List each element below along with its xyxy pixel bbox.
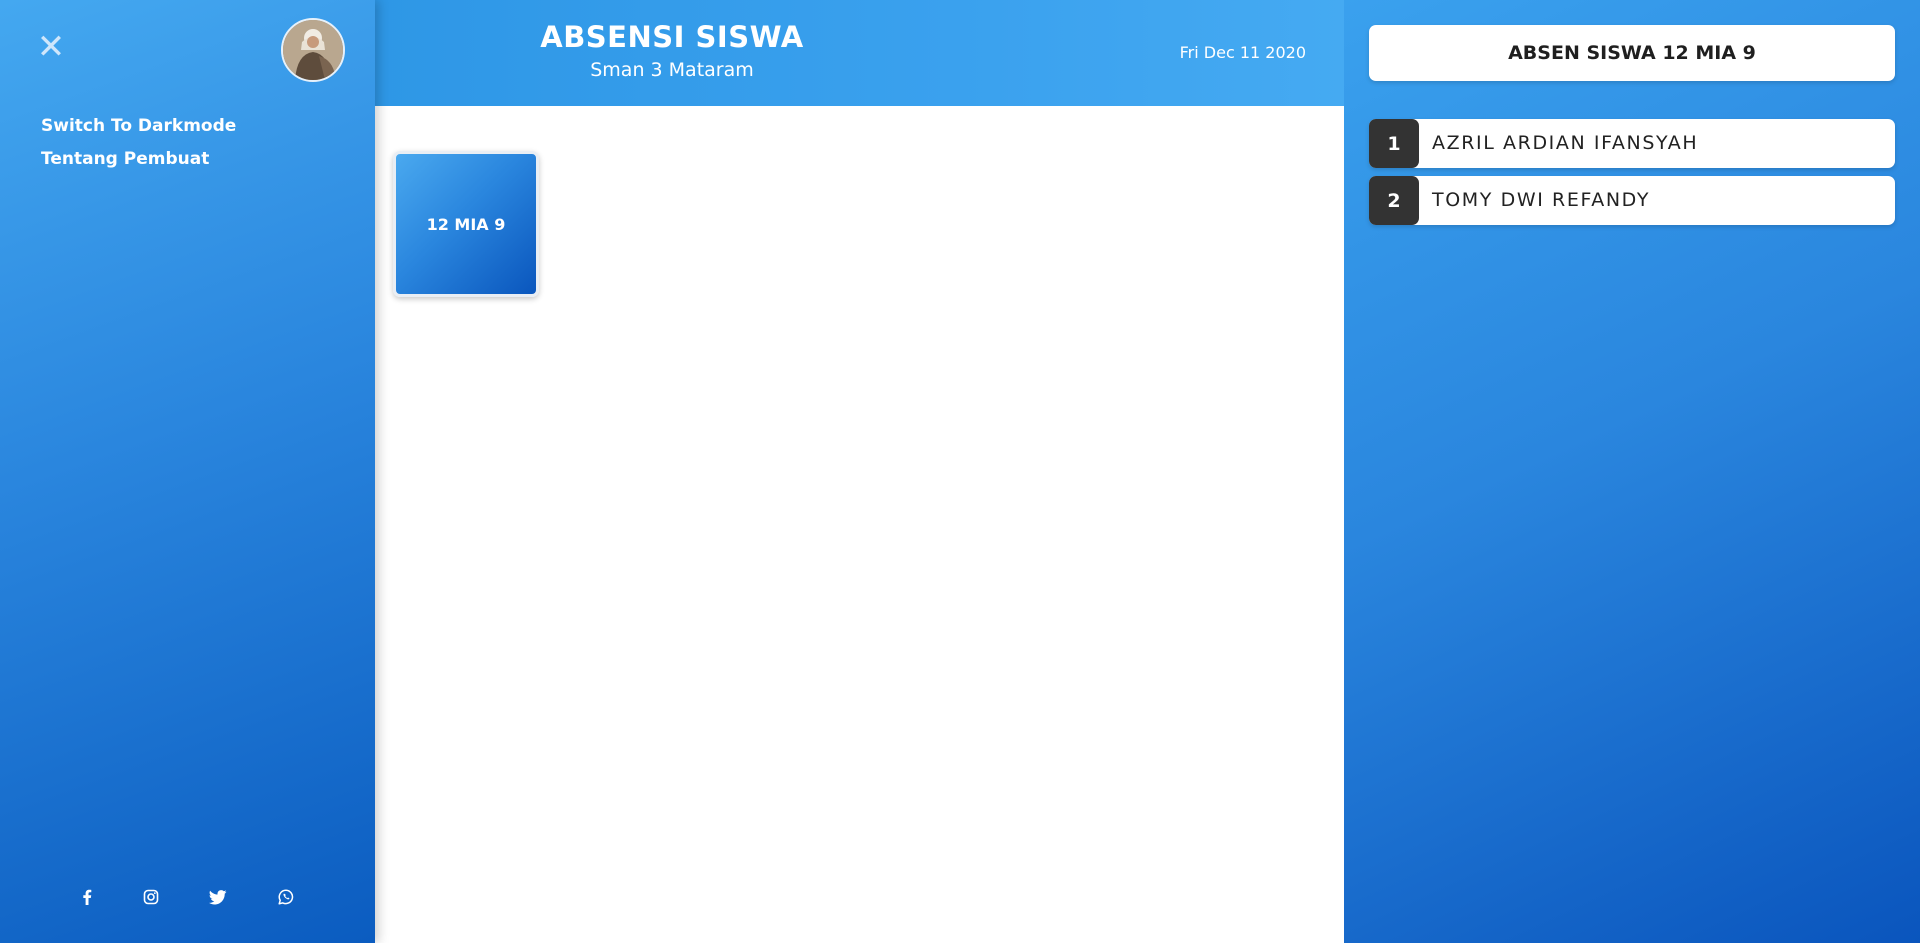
student-row[interactable]: 2 TOMY DWI REFANDY bbox=[1369, 176, 1895, 225]
switch-darkmode-link[interactable]: Switch To Darkmode bbox=[41, 116, 236, 136]
student-name: TOMY DWI REFANDY bbox=[1432, 189, 1651, 211]
class-card-12-mia-9[interactable]: 12 MIA 9 bbox=[393, 151, 539, 297]
student-name: AZRIL ARDIAN IFANSYAH bbox=[1432, 132, 1699, 154]
page-title: ABSENSI SISWA bbox=[540, 20, 804, 54]
student-number-badge: 1 bbox=[1369, 119, 1419, 168]
student-row[interactable]: 1 AZRIL ARDIAN IFANSYAH bbox=[1369, 119, 1895, 168]
user-avatar-icon bbox=[283, 20, 343, 80]
top-header: ABSENSI SISWA Sman 3 Mataram Fri Dec 11 … bbox=[375, 0, 1344, 106]
facebook-icon[interactable] bbox=[74, 884, 100, 910]
avatar[interactable] bbox=[281, 18, 345, 82]
page-subtitle: Sman 3 Mataram bbox=[590, 59, 754, 81]
current-date: Fri Dec 11 2020 bbox=[1179, 43, 1306, 62]
attendance-panel-title: ABSEN SISWA 12 MIA 9 bbox=[1369, 25, 1895, 81]
sidebar: ✕ Switch To Darkmode Tentang Pembuat bbox=[0, 0, 375, 943]
twitter-icon[interactable] bbox=[205, 884, 231, 910]
tentang-pembuat-link[interactable]: Tentang Pembuat bbox=[41, 149, 236, 169]
instagram-icon[interactable] bbox=[138, 884, 164, 910]
sidebar-menu: Switch To Darkmode Tentang Pembuat bbox=[41, 116, 236, 182]
close-icon[interactable]: ✕ bbox=[36, 30, 66, 64]
student-list: 1 AZRIL ARDIAN IFANSYAH 2 TOMY DWI REFAN… bbox=[1369, 119, 1895, 233]
whatsapp-icon[interactable] bbox=[273, 884, 299, 910]
main-content: 12 MIA 9 bbox=[375, 106, 1344, 943]
class-card-label: 12 MIA 9 bbox=[426, 214, 506, 234]
social-links bbox=[0, 884, 375, 914]
attendance-panel: ABSEN SISWA 12 MIA 9 1 AZRIL ARDIAN IFAN… bbox=[1344, 0, 1920, 943]
student-number-badge: 2 bbox=[1369, 176, 1419, 225]
